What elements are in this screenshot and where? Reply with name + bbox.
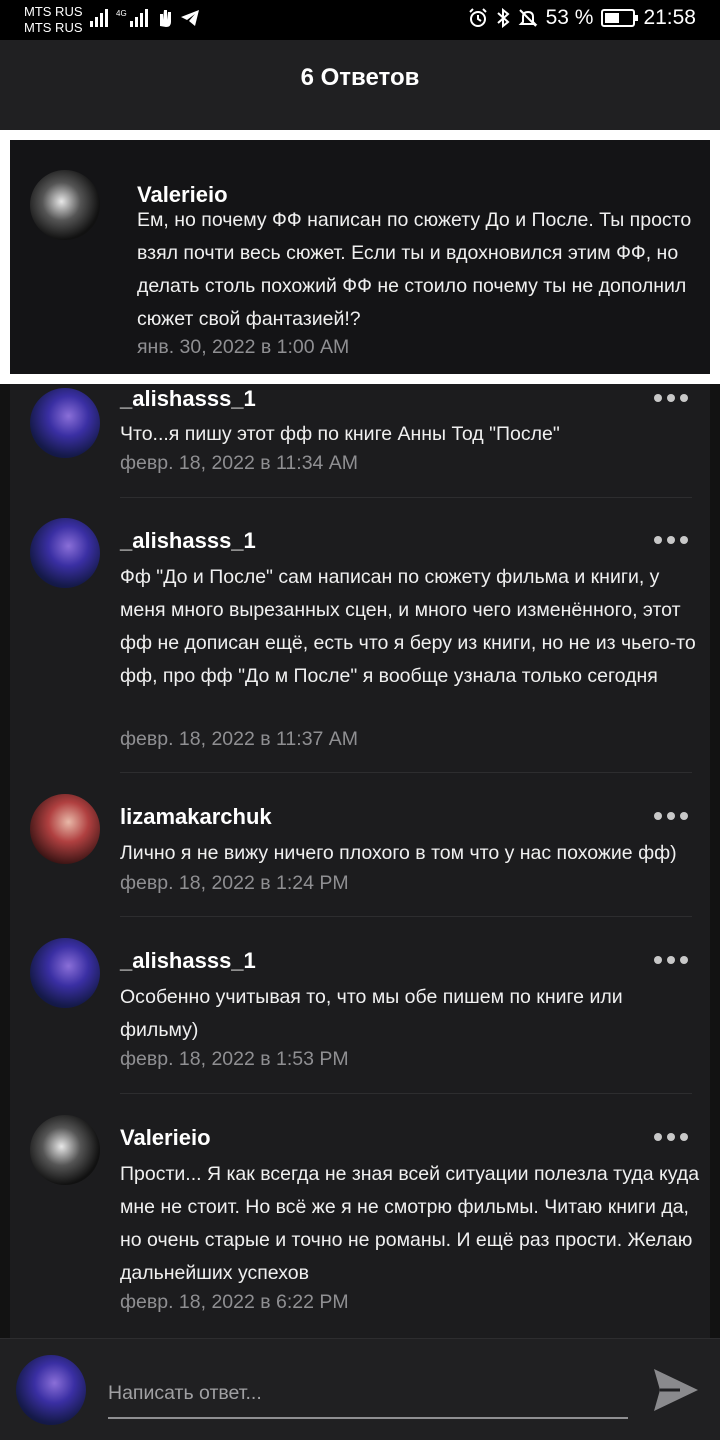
avatar[interactable] bbox=[30, 794, 100, 864]
carrier-2: MTS RUS bbox=[24, 20, 83, 35]
reply-username[interactable]: Valerieio bbox=[120, 1125, 211, 1151]
reply-timestamp: февр. 18, 2022 в 1:24 PM bbox=[120, 872, 349, 894]
hand-icon bbox=[160, 10, 171, 27]
battery-icon bbox=[601, 9, 639, 27]
reply-timestamp: февр. 18, 2022 в 11:37 AM bbox=[120, 728, 359, 750]
bluetooth-icon bbox=[496, 8, 510, 28]
reply-text: Что...я пишу этот фф по книге Анны Тод "… bbox=[120, 423, 560, 445]
divider bbox=[120, 772, 692, 773]
reply-username[interactable]: _alishasss_1 bbox=[120, 528, 256, 554]
battery-percent: 53 % bbox=[545, 6, 594, 29]
more-dots-icon[interactable] bbox=[654, 956, 688, 964]
status-right: 53 % 21:58 bbox=[468, 6, 696, 30]
more-dots-icon[interactable] bbox=[654, 1133, 688, 1141]
status-bar: MTS RUS MTS RUS 4G 53 % 21:58 bbox=[0, 0, 720, 40]
clock: 21:58 bbox=[643, 6, 696, 29]
reply-text: Особенно учитывая то, что мы обе пишем п… bbox=[120, 986, 623, 1041]
reply-text: Лично я не вижу ничего плохого в том что… bbox=[120, 842, 677, 864]
reply-timestamp: февр. 18, 2022 в 11:34 AM bbox=[120, 452, 359, 474]
alarm-icon bbox=[468, 8, 487, 27]
divider bbox=[120, 1093, 692, 1094]
more-dots-icon[interactable] bbox=[654, 536, 688, 544]
reply-timestamp: февр. 18, 2022 в 1:53 PM bbox=[120, 1048, 349, 1070]
reply-input[interactable] bbox=[108, 1369, 628, 1419]
bell-off-icon bbox=[518, 9, 537, 27]
status-left-icons: 4G bbox=[90, 8, 200, 28]
more-dots-icon[interactable] bbox=[654, 394, 688, 402]
battery-fill bbox=[605, 13, 620, 23]
comment-text: Ем, но почему ФФ написан по сюжету До и … bbox=[137, 209, 692, 330]
avatar[interactable] bbox=[30, 388, 100, 458]
signal-bars-icon bbox=[90, 9, 108, 27]
reply-text: Прости... Я как всегда не зная всей ситу… bbox=[120, 1163, 700, 1284]
carrier-labels: MTS RUS MTS RUS bbox=[24, 4, 83, 36]
avatar[interactable] bbox=[30, 170, 100, 240]
highlighted-comment: Valerieio Ем, но почему ФФ написан по сю… bbox=[0, 130, 720, 384]
replies-header: 6 Ответов bbox=[0, 40, 720, 130]
divider bbox=[120, 497, 692, 498]
telegram-icon bbox=[181, 10, 199, 26]
svg-text:4G: 4G bbox=[116, 9, 127, 18]
signal-bars-4g-icon: 4G bbox=[116, 9, 148, 27]
reply-username[interactable]: _alishasss_1 bbox=[120, 948, 256, 974]
reply-username[interactable]: lizamakarchuk bbox=[120, 804, 272, 830]
current-user-avatar bbox=[16, 1355, 86, 1425]
more-dots-icon[interactable] bbox=[654, 812, 688, 820]
divider bbox=[120, 916, 692, 917]
carrier-1: MTS RUS bbox=[24, 4, 83, 19]
reply-username[interactable]: _alishasss_1 bbox=[120, 386, 256, 412]
page-title: 6 Ответов bbox=[300, 64, 420, 91]
send-icon[interactable] bbox=[650, 1365, 702, 1415]
avatar[interactable] bbox=[30, 938, 100, 1008]
comment-timestamp: янв. 30, 2022 в 1:00 AM bbox=[137, 336, 350, 358]
reply-composer bbox=[0, 1338, 720, 1440]
reply-text: Фф "До и После" сам написан по сюжету фи… bbox=[120, 566, 696, 687]
reply-timestamp: февр. 18, 2022 в 6:22 PM bbox=[120, 1291, 349, 1313]
avatar[interactable] bbox=[30, 518, 100, 588]
avatar[interactable] bbox=[30, 1115, 100, 1185]
